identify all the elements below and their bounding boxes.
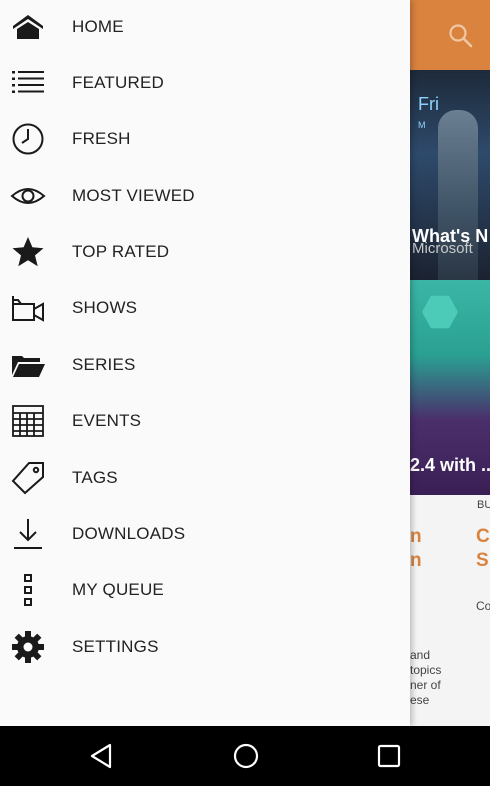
queue-icon (10, 572, 46, 608)
card-description-line: topics (410, 663, 442, 677)
back-icon[interactable] (84, 738, 120, 774)
card-title-fragment: n (410, 550, 422, 571)
nav-item-most-viewed[interactable]: MOST VIEWED (0, 168, 410, 224)
nav-label: HOME (72, 17, 124, 36)
folder-icon (10, 347, 46, 383)
tag-icon (10, 460, 46, 496)
nav-item-downloads[interactable]: DOWNLOADS (0, 506, 410, 562)
nav-item-shows[interactable]: SHOWS (0, 280, 410, 336)
nav-item-home[interactable]: HOME (0, 0, 410, 55)
nav-label: SHOWS (72, 298, 138, 317)
nav-label: FRESH (72, 129, 131, 148)
thumbnail-small-text: M (418, 120, 426, 130)
nav-label: TOP RATED (72, 242, 170, 261)
video-thumbnail[interactable]: Fri M What's N Microsoft (410, 70, 490, 280)
list-icon (10, 65, 46, 101)
card-title-fragment: C (476, 526, 490, 547)
home-circle-icon[interactable] (228, 738, 264, 774)
nav-label: SETTINGS (72, 637, 159, 656)
card-title-fragment: S (476, 550, 489, 571)
card-label: BU (477, 499, 490, 511)
star-icon (10, 234, 46, 270)
home-icon (10, 9, 46, 45)
nav-item-tags[interactable]: TAGS (0, 450, 410, 506)
nav-item-my-queue[interactable]: MY QUEUE (0, 562, 410, 618)
nav-item-settings[interactable]: SETTINGS (0, 619, 410, 675)
nav-item-events[interactable]: EVENTS (0, 393, 410, 449)
nav-label: MOST VIEWED (72, 186, 195, 205)
nav-label: DOWNLOADS (72, 524, 186, 543)
download-icon (10, 516, 46, 552)
nav-label: TAGS (72, 468, 118, 487)
nav-item-top-rated[interactable]: TOP RATED (0, 224, 410, 280)
video-camera-icon (10, 290, 46, 326)
nav-label: EVENTS (72, 411, 142, 430)
nav-label: SERIES (72, 355, 136, 374)
nav-item-featured[interactable]: FEATURED (0, 55, 410, 111)
nav-label: MY QUEUE (72, 580, 164, 599)
video-thumbnail[interactable]: 2.4 with ... (410, 280, 490, 495)
nav-item-fresh[interactable]: FRESH (0, 111, 410, 167)
nav-label: FEATURED (72, 73, 164, 92)
clock-icon (10, 121, 46, 157)
card-description-line: ese (410, 693, 430, 707)
card-title-fragment: n (410, 526, 422, 547)
xamarin-logo-icon (422, 295, 458, 329)
navigation-drawer: HOME FEATURED FRESH MOST VIEWED TOP RATE… (0, 0, 410, 726)
card-description-line: ner of (410, 678, 441, 692)
thumbnail-overlay-text: Fri (418, 94, 439, 114)
system-navigation-bar (0, 726, 490, 786)
video-title: 2.4 with ... (410, 455, 490, 475)
gear-icon (10, 629, 46, 665)
nav-item-series[interactable]: SERIES (0, 337, 410, 393)
eye-icon (10, 178, 46, 214)
recents-icon[interactable] (371, 738, 407, 774)
video-subtitle: Microsoft (412, 240, 473, 257)
card-description-line: and (410, 648, 431, 662)
calendar-grid-icon (10, 403, 46, 439)
search-icon[interactable] (447, 22, 475, 50)
card-meta-text: Co (476, 599, 490, 613)
